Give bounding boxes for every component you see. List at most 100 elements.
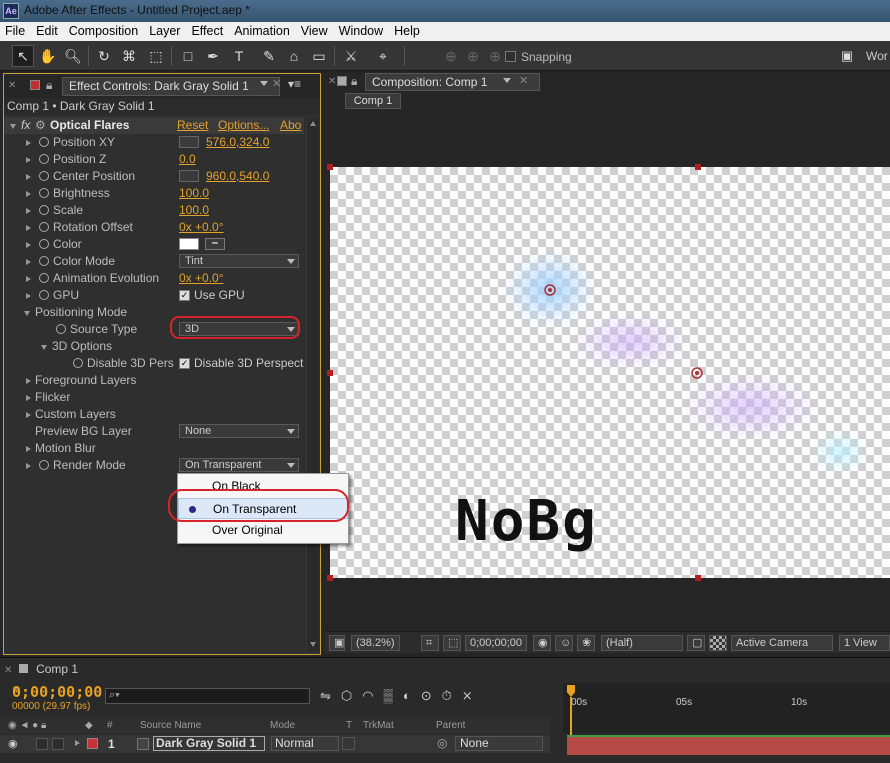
expand-icon[interactable] [26, 446, 31, 452]
param-value[interactable]: 0x +0.0° [179, 219, 224, 236]
menu-file[interactable]: File [0, 22, 31, 41]
panel-menu-icon[interactable]: ▾≡ [288, 77, 301, 91]
color-mode-dropdown[interactable]: Tint [179, 254, 299, 268]
show-snapshot-icon[interactable]: ☺ [555, 635, 573, 651]
frame-blending-icon[interactable]: ▒ [384, 688, 403, 703]
axis-view-icon[interactable]: ⊕ [484, 45, 506, 67]
stopwatch-icon[interactable] [39, 239, 49, 249]
time-ruler[interactable]: 00s 05s 10s [563, 683, 890, 737]
pen-tool-icon[interactable]: ✒ [202, 45, 224, 67]
expand-icon[interactable] [26, 293, 31, 299]
disable-3d-checkbox[interactable]: ✓ [179, 358, 190, 369]
param-value[interactable]: 0.0 [179, 151, 196, 168]
stopwatch-icon[interactable] [39, 460, 49, 470]
point-picker-icon[interactable] [179, 136, 199, 148]
playhead-icon[interactable] [567, 685, 575, 697]
hand-tool-icon[interactable]: ✋ [37, 45, 59, 67]
scroll-up-icon[interactable] [310, 121, 316, 126]
eye-icon[interactable]: ◉ [8, 737, 18, 750]
layer-mode-dropdown[interactable]: Normal [271, 736, 339, 751]
menu-window[interactable]: Window [334, 22, 389, 41]
expand-icon[interactable] [26, 225, 31, 231]
tab-composition[interactable]: Composition: Comp 1 [365, 73, 540, 91]
param-value[interactable]: 100.0 [179, 202, 209, 219]
preview-bg-dropdown[interactable]: None [179, 424, 299, 438]
expand-icon[interactable] [26, 140, 31, 146]
graph-editor-icon[interactable]: ⨯ [462, 688, 483, 703]
eyedropper-icon[interactable]: ━ [205, 238, 225, 250]
tab-close-icon[interactable]: ✕ [519, 74, 528, 87]
mask-visibility-icon[interactable]: ⬚ [443, 635, 461, 651]
axis-local-icon[interactable]: ⊕ [440, 45, 462, 67]
solo-toggle[interactable] [36, 738, 48, 750]
param-value[interactable]: 100.0 [179, 185, 209, 202]
lock-icon[interactable]: 🔒︎ [351, 74, 357, 89]
stopwatch-icon[interactable] [39, 290, 49, 300]
effect-about-link[interactable]: Abo [280, 117, 301, 134]
panel-close-icon[interactable]: ✕ [8, 80, 16, 91]
group-foreground-layers[interactable]: Foreground Layers [4, 372, 304, 389]
expand-icon[interactable] [24, 311, 30, 319]
zoom-dropdown[interactable]: (38.2%) [351, 635, 400, 651]
group-flicker[interactable]: Flicker [4, 389, 304, 406]
expand-icon[interactable] [41, 345, 47, 353]
layer-name[interactable]: Dark Gray Solid 1 [153, 736, 265, 751]
preserve-transparency-toggle[interactable] [342, 737, 355, 750]
rectangle-tool-icon[interactable]: □ [177, 45, 199, 67]
stopwatch-icon[interactable] [39, 273, 49, 283]
parent-dropdown[interactable]: None [455, 736, 543, 751]
scroll-down-icon[interactable] [310, 642, 316, 647]
motion-blur-icon[interactable]: ◐ [403, 688, 421, 703]
menu-animation[interactable]: Animation [229, 22, 296, 41]
views-dropdown[interactable]: 1 View [839, 635, 890, 651]
expand-icon[interactable] [26, 242, 31, 248]
snapping-toggle[interactable]: Snapping [505, 49, 572, 64]
lock-icon[interactable]: 🔒︎ [46, 78, 52, 93]
safe-zones-icon[interactable]: ⌗ [421, 635, 439, 651]
stopwatch-icon[interactable] [39, 188, 49, 198]
rotate-tool-icon[interactable]: ↻ [93, 45, 115, 67]
effect-header[interactable]: fx ⚙ Optical Flares Reset Options... Abo [4, 117, 304, 134]
stopwatch-icon[interactable] [39, 256, 49, 266]
expand-icon[interactable] [26, 174, 31, 180]
workspace-label[interactable]: Wor [866, 49, 888, 63]
header-source-name[interactable]: Source Name [140, 717, 201, 734]
workspace-icon[interactable]: ▣ [836, 45, 858, 67]
menu-composition[interactable]: Composition [64, 22, 144, 41]
camera-dropdown[interactable]: Active Camera [731, 635, 833, 651]
brush-tool-icon[interactable]: ✎ [258, 45, 280, 67]
transparency-grid-icon[interactable] [709, 635, 727, 651]
menu-layer[interactable]: Layer [144, 22, 186, 41]
resolution-dropdown[interactable]: (Half) [601, 635, 683, 651]
stopwatch-icon[interactable] [56, 324, 66, 334]
pick-whip-icon[interactable]: ◎ [437, 736, 447, 750]
stopwatch-icon[interactable] [39, 222, 49, 232]
tab-effect-controls[interactable]: Effect Controls: Dark Gray Solid 1 [62, 77, 280, 96]
tab-timeline[interactable]: ✕ Comp 1 ✕ [4, 660, 84, 696]
timeline-search[interactable]: ⌕▾ [105, 688, 310, 704]
expand-icon[interactable] [26, 463, 31, 469]
menu-edit[interactable]: Edit [31, 22, 64, 41]
comp-breadcrumb[interactable]: Comp 1 [345, 93, 401, 109]
expand-icon[interactable] [26, 191, 31, 197]
menu-effect[interactable]: Effect [186, 22, 229, 41]
lock-toggle[interactable] [52, 738, 64, 750]
region-of-interest-icon[interactable]: ▢ [687, 635, 705, 651]
type-tool-icon[interactable]: T [228, 45, 250, 67]
expand-icon[interactable] [26, 208, 31, 214]
param-value[interactable]: 0x +0.0° [179, 270, 224, 287]
comp-mini-flowchart-icon[interactable]: ⇋ [320, 688, 341, 703]
zoom-tool-icon[interactable]: 🔍︎ [62, 45, 84, 67]
channels-icon[interactable]: ❀ [577, 635, 595, 651]
effect-reset-link[interactable]: Reset [177, 117, 208, 134]
menu-item-over-original[interactable]: Over Original [178, 520, 348, 541]
clone-stamp-tool-icon[interactable]: ⌂ [283, 45, 305, 67]
draft-3d-icon[interactable]: ⬡ [341, 688, 362, 703]
layer-duration-bar[interactable] [567, 735, 890, 755]
eraser-tool-icon[interactable]: ▭ [308, 45, 330, 67]
layer-handle[interactable] [327, 370, 333, 376]
effect-controls-scrollbar[interactable] [306, 119, 319, 651]
timeline-timecode[interactable]: 0;00;00;00 [12, 683, 102, 701]
menu-view[interactable]: View [296, 22, 334, 41]
stopwatch-icon[interactable] [39, 154, 49, 164]
